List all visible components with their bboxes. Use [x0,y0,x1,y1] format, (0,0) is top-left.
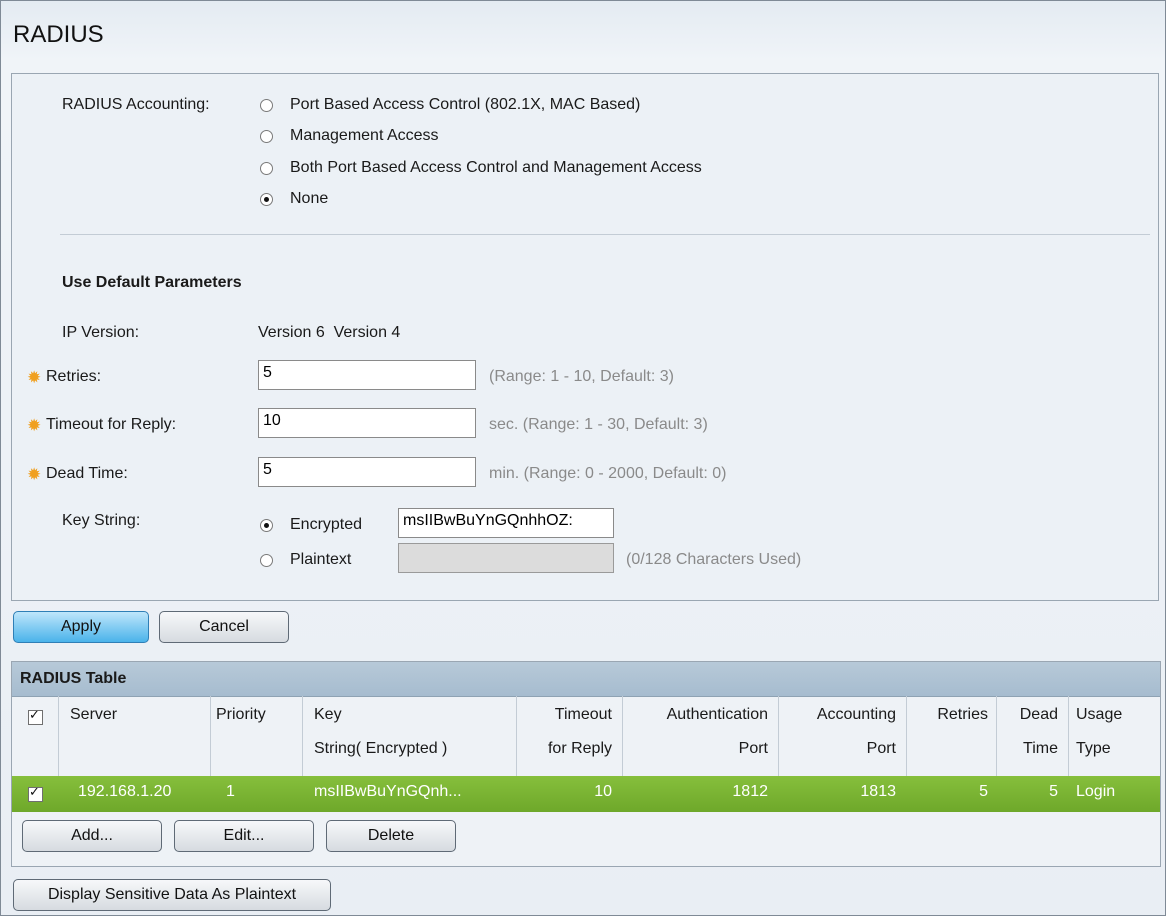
delete-button[interactable]: Delete [326,820,456,852]
accounting-radio-management[interactable] [260,130,273,143]
header-key-line1: Key [314,706,342,723]
cell-timeout: 10 [594,783,612,800]
cell-priority: 1 [226,783,235,800]
edit-button[interactable]: Edit... [174,820,314,852]
key-encrypted-input[interactable]: msIIBwBuYnGQnhhOZ: [398,508,614,538]
header-server[interactable]: Server [70,700,117,730]
default-parameters-heading: Use Default Parameters [62,274,242,291]
accounting-option-both: Both Port Based Access Control and Manag… [290,159,702,176]
header-acct-line2: Port [866,740,896,757]
accounting-radio-both[interactable] [260,162,273,175]
header-auth-line1: Authentication [666,706,768,723]
timeout-input[interactable]: 10 [258,408,476,438]
accounting-option-port-based: Port Based Access Control (802.1X, MAC B… [290,96,641,113]
cell-usage: Login [1076,783,1116,800]
dead-time-hint: min. (Range: 0 - 2000, Default: 0) [489,465,727,482]
header-priority[interactable]: Priority [216,700,266,730]
radius-settings-panel: RADIUS Accounting: Port Based Access Con… [11,73,1159,601]
page-title: RADIUS [13,21,104,48]
required-star-icon: ✹ [27,416,42,435]
header-key-line2: String( Encrypted ) [314,740,448,757]
accounting-option-management: Management Access [290,127,439,144]
key-encrypted-label: Encrypted [290,516,363,533]
radius-table-title-bar: RADIUS Table [12,662,1160,697]
header-usage-line2: Type [1076,740,1111,757]
display-sensitive-data-button[interactable]: Display Sensitive Data As Plaintext [13,879,331,911]
key-radio-encrypted[interactable] [260,519,273,532]
ip-version-value: Version 6 Version 4 [258,324,401,341]
column-separator [58,696,59,776]
dead-time-input[interactable]: 5 [258,457,476,487]
key-plaintext-label: Plaintext [290,551,352,568]
timeout-hint: sec. (Range: 1 - 30, Default: 3) [489,416,708,433]
radius-table: RADIUS Table Server Priority Key String(… [11,661,1161,867]
select-all-checkbox[interactable] [28,708,43,725]
ip-version-label: IP Version: [62,324,140,341]
radius-accounting-label: RADIUS Accounting: [62,96,210,113]
accounting-radio-port-based[interactable] [260,99,273,112]
add-button[interactable]: Add... [22,820,162,852]
header-dead-line2: Time [1023,740,1058,757]
plaintext-characters-hint: (0/128 Characters Used) [626,551,802,568]
radius-page: RADIUS RADIUS Accounting: Port Based Acc… [0,0,1166,916]
required-star-icon: ✹ [27,465,42,484]
required-star-icon: ✹ [27,368,42,387]
key-radio-plaintext[interactable] [260,554,273,567]
column-separator [210,696,211,776]
accounting-option-none: None [290,190,329,207]
timeout-label: Timeout for Reply: [46,416,177,433]
header-timeout-line2: for Reply [547,740,612,757]
header-dead-line1: Dead [1019,706,1058,723]
cell-key: msIIBwBuYnGQnh... [314,783,462,800]
retries-hint: (Range: 1 - 10, Default: 3) [489,368,674,385]
key-plaintext-input[interactable] [398,543,614,573]
header-acct-line1: Accounting [816,706,896,723]
column-separator [302,696,303,776]
retries-label: Retries: [46,368,102,385]
cell-server: 192.168.1.20 [78,783,172,800]
cell-retries: 5 [979,783,988,800]
column-separator [1068,696,1069,776]
header-retries: Retries [937,706,988,723]
cell-auth-port: 1812 [732,783,768,800]
row-checkbox[interactable] [28,785,43,802]
cell-dead-time: 5 [1049,783,1058,800]
section-divider [60,234,1150,235]
dead-time-label: Dead Time: [46,465,128,482]
header-usage-line1: Usage [1076,706,1123,723]
key-string-label: Key String: [62,512,141,529]
header-timeout-line1: Timeout [554,706,612,723]
retries-input[interactable]: 5 [258,360,476,390]
accounting-radio-none[interactable] [260,193,273,206]
header-auth-line2: Port [738,740,768,757]
cancel-button[interactable]: Cancel [159,611,289,643]
radius-table-title: RADIUS Table [20,670,127,687]
cell-acct-port: 1813 [860,783,896,800]
apply-button[interactable]: Apply [13,611,149,643]
table-row[interactable]: 192.168.1.20 1 msIIBwBuYnGQnh... 10 1812… [12,776,1160,812]
